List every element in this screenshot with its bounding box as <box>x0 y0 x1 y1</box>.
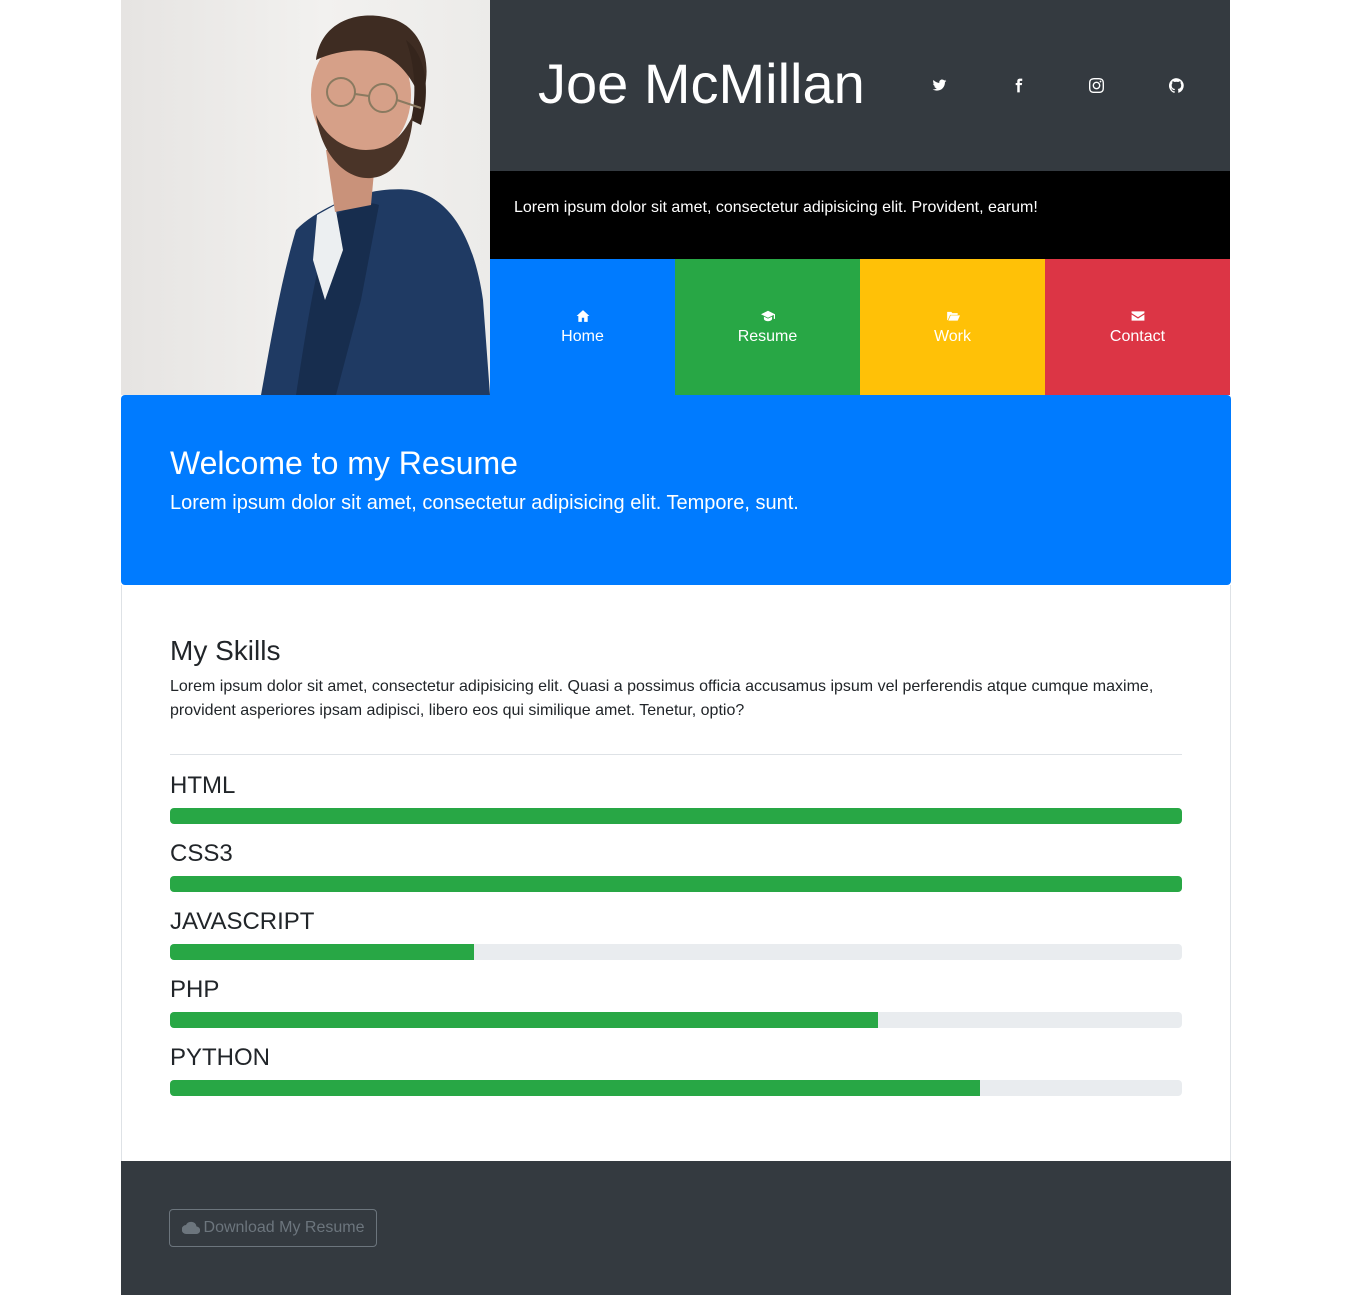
nav-label: Work <box>933 328 972 345</box>
twitter-icon[interactable] <box>928 74 950 96</box>
page: Joe McMillan Lorem ipsum dolor sit amet,… <box>121 0 1231 1295</box>
welcome-banner: Welcome to my Resume Lorem ipsum dolor s… <box>121 395 1231 585</box>
profile-photo <box>121 0 490 395</box>
nav-label: Resume <box>737 328 798 345</box>
tagline: Lorem ipsum dolor sit amet, consectetur … <box>514 199 1038 216</box>
skill-progress-bar <box>170 808 1182 824</box>
github-icon[interactable] <box>1165 74 1187 96</box>
title-bar: Joe McMillan <box>490 0 1230 171</box>
skill-progress-fill <box>170 808 1182 824</box>
facebook-icon[interactable] <box>1007 74 1029 96</box>
skills-intro: Lorem ipsum dolor sit amet, consectetur … <box>170 678 1154 719</box>
skill-progress-bar <box>170 1012 1182 1028</box>
skill-name: PHP <box>170 976 220 1003</box>
tagline-bar: Lorem ipsum dolor sit amet, consectetur … <box>490 171 1230 259</box>
skill-progress-fill <box>170 944 474 960</box>
welcome-subtitle: Lorem ipsum dolor sit amet, consectetur … <box>170 492 799 514</box>
skills-title: My Skills <box>170 635 281 666</box>
welcome-title: Welcome to my Resume <box>170 445 518 481</box>
skill-progress-fill <box>170 876 1182 892</box>
page-title: Joe McMillan <box>538 52 865 115</box>
skill-name: HTML <box>170 772 236 799</box>
skill-progress-bar <box>170 944 1182 960</box>
footer: Download My Resume <box>121 1161 1231 1295</box>
nav-label: Contact <box>1109 328 1166 345</box>
download-resume-button[interactable]: Download My Resume <box>169 1209 377 1247</box>
skill-name: CSS3 <box>170 840 233 867</box>
folder-open-icon <box>946 311 960 321</box>
skill-name: JAVASCRIPT <box>170 908 315 935</box>
cloud-icon <box>181 1221 200 1235</box>
envelope-icon <box>1131 311 1144 321</box>
nav-contact[interactable]: Contact <box>1045 259 1230 395</box>
skill-name: PYTHON <box>170 1044 271 1071</box>
skill-progress-bar <box>170 1080 1182 1096</box>
nav-work[interactable]: Work <box>860 259 1045 395</box>
nav-label: Home <box>561 328 604 345</box>
nav-home[interactable]: Home <box>490 259 675 395</box>
skill-progress-fill <box>170 1080 980 1096</box>
home-icon <box>576 310 589 322</box>
skill-progress-bar <box>170 876 1182 892</box>
skills-section: My Skills Lorem ipsum dolor sit amet, co… <box>121 585 1231 1161</box>
skill-progress-fill <box>170 1012 879 1028</box>
instagram-icon[interactable] <box>1085 74 1107 96</box>
download-label: Download My Resume <box>203 1219 365 1236</box>
nav-resume[interactable]: Resume <box>675 259 860 395</box>
graduation-cap-icon <box>760 310 775 322</box>
divider <box>170 754 1182 755</box>
